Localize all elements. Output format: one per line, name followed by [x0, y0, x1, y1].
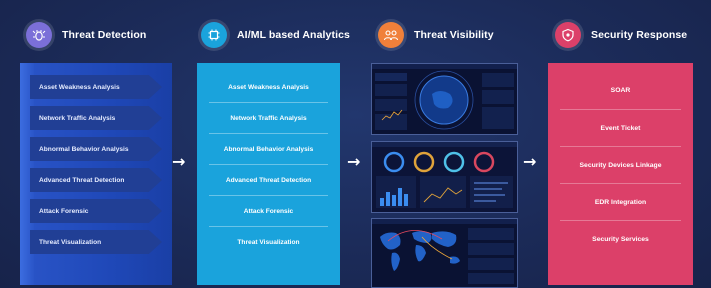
- analytics-panel: Asset Weakness Analysis Network Traffic …: [197, 63, 340, 285]
- analytics-item: Network Traffic Analysis: [230, 114, 307, 122]
- column-title: Security Response: [591, 29, 688, 41]
- detection-item: Attack Forensic: [30, 199, 162, 223]
- security-response-panel: SOAR Event Ticket Security Devices Linka…: [548, 63, 693, 285]
- header-ai-ml-analytics: AI/ML based Analytics: [201, 20, 350, 50]
- flow-arrow: →: [347, 152, 361, 171]
- response-item: Security Devices Linkage: [579, 161, 662, 169]
- analytics-item: Abnormal Behavior Analysis: [223, 145, 314, 153]
- header-security-response: Security Response: [555, 20, 687, 50]
- flow-arrow: →: [523, 152, 537, 171]
- response-item: Event Ticket: [600, 124, 641, 132]
- response-item: SOAR: [610, 86, 631, 94]
- response-item: Security Services: [592, 235, 649, 243]
- shield-response-icon: [555, 22, 581, 48]
- analytics-item: Threat Visualization: [237, 238, 300, 246]
- detection-item: Abnormal Behavior Analysis: [30, 137, 162, 161]
- analytics-item: Advanced Threat Detection: [225, 176, 312, 184]
- detection-item: Network Traffic Analysis: [30, 106, 162, 130]
- column-title: AI/ML based Analytics: [237, 29, 350, 41]
- globe-dashboard-screenshot: [371, 63, 518, 135]
- people-visibility-icon: [378, 22, 404, 48]
- analytics-item: Asset Weakness Analysis: [228, 83, 309, 91]
- bug-shield-icon: [26, 22, 52, 48]
- metrics-dashboard-screenshot: [371, 141, 518, 213]
- detection-item: Advanced Threat Detection: [30, 168, 162, 192]
- header-threat-visibility: Threat Visibility: [378, 20, 494, 50]
- column-title: Threat Visibility: [414, 29, 494, 41]
- ai-chip-icon: [201, 22, 227, 48]
- analytics-item: Attack Forensic: [243, 207, 294, 215]
- response-item: EDR Integration: [594, 198, 647, 206]
- header-threat-detection: Threat Detection: [26, 20, 146, 50]
- world-map-dashboard-screenshot: [371, 218, 518, 288]
- detection-item: Threat Visualization: [30, 230, 162, 254]
- flow-arrow: →: [172, 152, 186, 171]
- column-title: Threat Detection: [62, 29, 147, 41]
- detection-item: Asset Weakness Analysis: [30, 75, 162, 99]
